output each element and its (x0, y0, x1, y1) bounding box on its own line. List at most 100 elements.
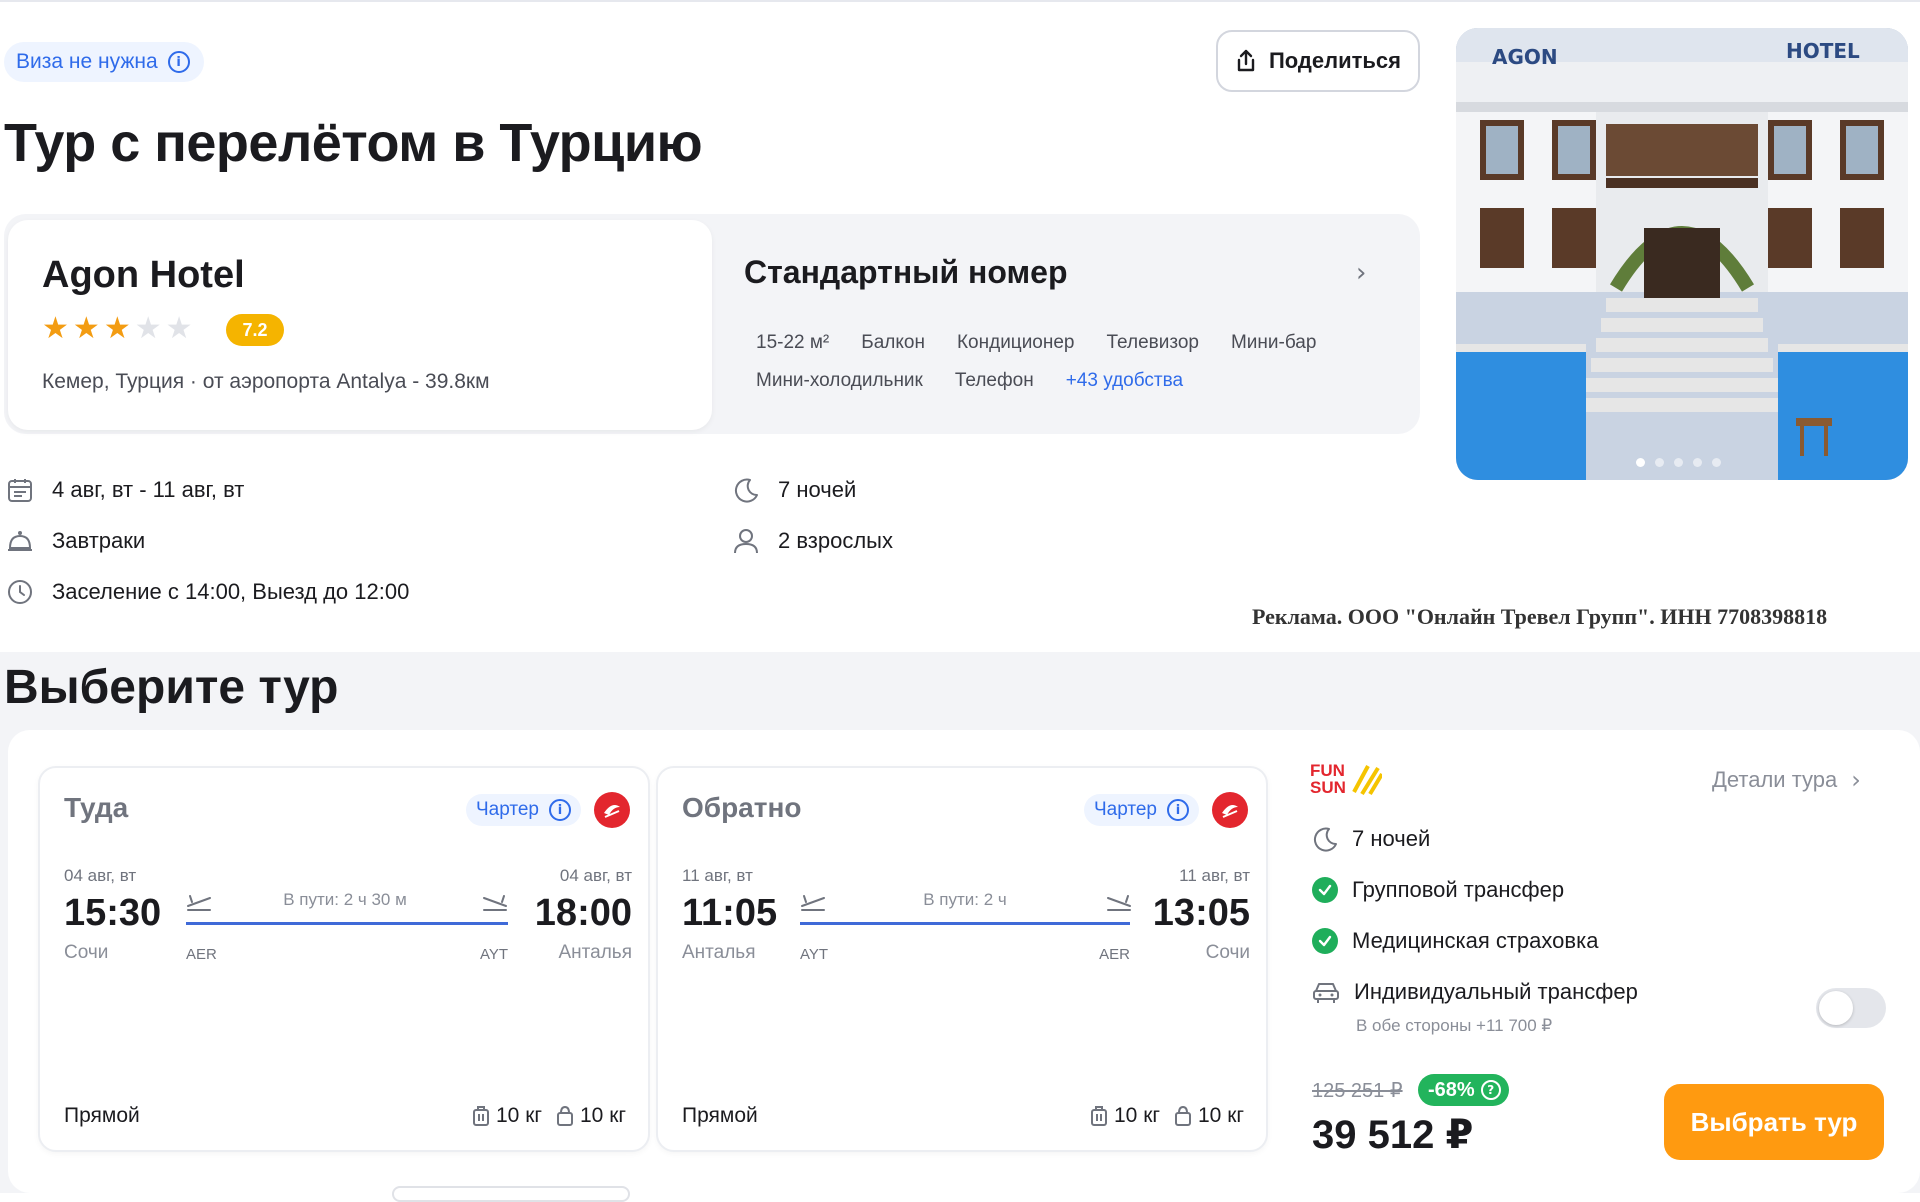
meals-text: Завтраки (52, 528, 146, 553)
hotel-location: Кемер, Турция · от аэропорта Antalya - 3… (42, 370, 490, 393)
info-icon[interactable]: i (1167, 799, 1190, 821)
airline-logo-icon (1212, 792, 1248, 828)
included-item: Медицинская страховка (1312, 928, 1598, 954)
trip-guests: 2 взрослых (732, 527, 893, 555)
departure-airport-code: AYT (800, 946, 829, 963)
suitcase-icon (473, 1106, 489, 1126)
cloche-icon (6, 527, 34, 555)
arrival-airport-code: AER (1099, 946, 1130, 963)
departure-city: Сочи (64, 942, 109, 963)
choose-tour-button[interactable]: Выбрать тур (1664, 1084, 1884, 1160)
transfer-price-note: В обе стороны +11 700 ₽ (1356, 1016, 1553, 1035)
flight-direction: Туда (64, 792, 129, 823)
info-icon: ? (1480, 1080, 1501, 1100)
hotel-name[interactable]: Agon Hotel (42, 254, 245, 297)
hotel-stars: ★ ★ ★ ★ ★ (42, 314, 193, 344)
discount-value: -68% (1428, 1078, 1475, 1101)
old-price: 125 251 ₽ (1312, 1080, 1403, 1102)
pagination-dot-active[interactable] (1636, 458, 1645, 467)
operator-logo: FUN SUN (1310, 762, 1382, 796)
star-filled-icon: ★ (42, 311, 69, 346)
flight-type: Прямой (682, 1104, 758, 1127)
pagination-dot[interactable] (1655, 458, 1664, 467)
baggage-weight: 10 кг (580, 1104, 627, 1127)
tour-nights-text: 7 ночей (1352, 826, 1431, 851)
person-icon (732, 527, 760, 555)
operator-logo-line1: FUN (1310, 761, 1345, 780)
charter-badge[interactable]: Чартер i (466, 794, 582, 826)
check-circle-icon (1312, 928, 1338, 954)
tour-section-title: Выберите тур (4, 661, 339, 714)
hotel-photo[interactable]: AGON HOTEL (1456, 28, 1908, 480)
share-button[interactable]: Поделиться (1216, 30, 1420, 92)
hand-luggage: 10 кг (1090, 1104, 1160, 1128)
flight-direction: Обратно (682, 792, 802, 823)
charter-label: Чартер (1094, 799, 1158, 820)
airline-logo-icon (594, 792, 630, 828)
hand-luggage-weight: 10 кг (1114, 1104, 1161, 1127)
share-icon (1237, 49, 1255, 72)
arrival-date: 04 авг, вт (559, 866, 632, 885)
amenities-row: Мини-холодильник Телефон +43 удобства (756, 370, 1183, 392)
chevron-right-icon[interactable]: › (1356, 258, 1366, 288)
hotel-photo-sign: HOTEL (1786, 39, 1860, 63)
takeoff-icon (800, 890, 826, 917)
bag-icon (1175, 1105, 1191, 1126)
hand-luggage: 10 кг (472, 1104, 542, 1128)
page-title: Тур с перелётом в Турцию (4, 113, 703, 173)
info-icon[interactable]: i (167, 51, 190, 73)
star-empty-icon: ★ (134, 311, 162, 346)
top-divider (0, 0, 1920, 2)
baggage: 10 кг (1174, 1104, 1244, 1128)
included-label: Групповой трансфер (1352, 877, 1565, 902)
flight-duration: В пути: 2 ч (923, 890, 1007, 909)
next-card-peek (392, 1186, 630, 1202)
tour-nights: 7 ночей (1312, 826, 1430, 852)
more-amenities-link[interactable]: +43 удобства (1066, 370, 1183, 392)
arrival-time: 13:05 (1152, 892, 1250, 934)
toggle-knob (1819, 991, 1853, 1025)
visa-badge[interactable]: Виза не нужна i (4, 42, 204, 82)
baggage-weight: 10 кг (1198, 1104, 1245, 1127)
hotel-photo-image: AGON HOTEL (1456, 28, 1908, 480)
nights-text: 7 ночей (778, 477, 857, 502)
pagination-dot[interactable] (1674, 458, 1683, 467)
departure-airport-code: AER (186, 946, 217, 963)
car-icon (1313, 983, 1339, 1003)
guests-text: 2 взрослых (778, 528, 893, 553)
amenity: 15-22 м² (756, 332, 830, 353)
charter-label: Чартер (476, 799, 540, 820)
amenity: Мини-бар (1230, 332, 1317, 353)
landing-icon (482, 890, 508, 917)
flight-route-line (800, 922, 1130, 925)
arrival-city: Анталья (558, 942, 633, 963)
star-filled-icon: ★ (103, 311, 131, 346)
tour-details-link[interactable]: Детали тура › (1712, 766, 1861, 794)
charter-badge[interactable]: Чартер i (1084, 794, 1200, 826)
departure-date: 11 авг, вт (682, 866, 753, 885)
pagination-dot[interactable] (1693, 458, 1702, 467)
included-label: Медицинская страховка (1352, 928, 1599, 953)
share-label: Поделиться (1268, 48, 1402, 73)
arrival-date: 11 авг, вт (1179, 866, 1250, 885)
trip-meals: Завтраки (6, 527, 145, 555)
baggage: 10 кг (556, 1104, 626, 1128)
visa-label: Виза не нужна (16, 50, 158, 73)
room-title[interactable]: Стандартный номер (744, 254, 1068, 291)
takeoff-icon (186, 890, 212, 917)
individual-transfer: Индивидуальный трансфер (1312, 979, 1638, 1005)
clock-icon (6, 578, 34, 606)
info-icon[interactable]: i (549, 799, 572, 821)
star-empty-icon: ★ (165, 311, 193, 346)
pagination-dot[interactable] (1712, 458, 1721, 467)
amenity: Телевизор (1106, 332, 1199, 353)
trip-nights: 7 ночей (732, 476, 856, 504)
bag-icon (557, 1105, 573, 1126)
discount-badge[interactable]: -68% ? (1418, 1074, 1509, 1106)
tour-price: 39 512 ₽ (1312, 1113, 1474, 1157)
check-circle-icon (1312, 877, 1338, 903)
photo-pagination (1636, 458, 1721, 467)
arrival-time: 18:00 (534, 892, 632, 934)
transfer-toggle[interactable] (1816, 988, 1886, 1028)
trip-checkin: Заселение с 14:00, Выезд до 12:00 (6, 578, 409, 606)
